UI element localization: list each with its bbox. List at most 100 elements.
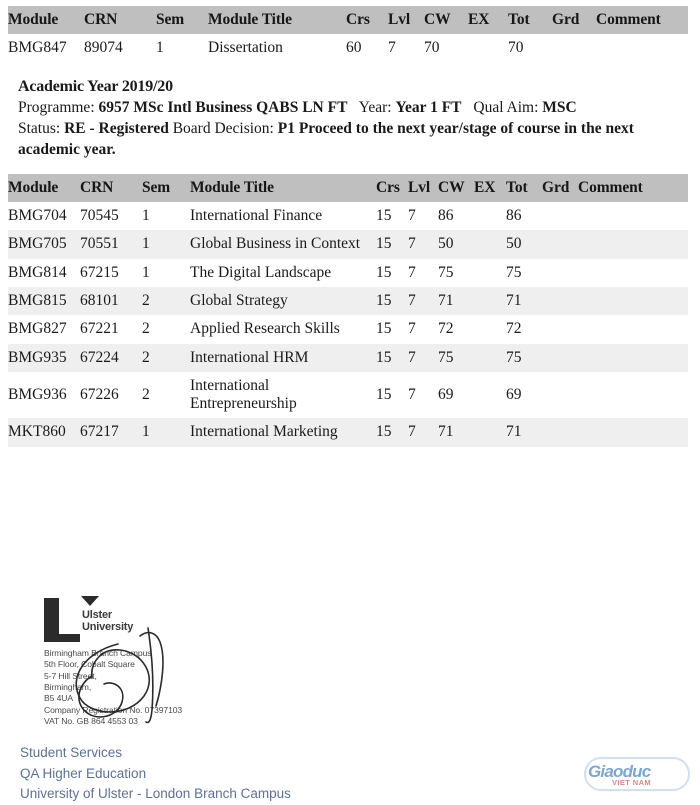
table-row: BMG814 67215 1 The Digital Landscape 15 … <box>8 258 688 287</box>
cell-module: BMG705 <box>8 230 80 259</box>
address-line: B5 4UA <box>44 693 74 704</box>
table-row: BMG704 70545 1 International Finance 15 … <box>8 202 688 231</box>
column-header-tot: Tot <box>508 6 552 34</box>
cell-lvl: 7 <box>408 418 438 447</box>
cell-lvl: 7 <box>388 34 424 63</box>
cell-tot: 75 <box>506 343 542 372</box>
cell-lvl: 7 <box>408 258 438 287</box>
cell-cw: 70 <box>424 34 468 63</box>
cell-ex <box>474 343 506 372</box>
cell-grd <box>542 418 578 447</box>
cell-module-title: Global Strategy <box>190 286 376 316</box>
footer-links: Student Services QA Higher Education Uni… <box>20 743 291 805</box>
cell-crs: 15 <box>376 343 408 372</box>
cell-module: BMG814 <box>8 258 80 287</box>
cell-module-title: Global Business in Context <box>190 230 376 259</box>
cell-lvl: 7 <box>408 230 438 259</box>
status-label: Status: <box>18 119 61 137</box>
cell-comment <box>578 315 688 344</box>
cell-cw: 75 <box>438 258 474 287</box>
cell-crn: 70551 <box>80 230 142 259</box>
column-header-comment: Comment <box>596 6 688 34</box>
table-header-row: Module CRN Sem Module Title Crs Lvl CW E… <box>8 6 688 34</box>
cell-crn: 67221 <box>80 315 142 344</box>
cell-comment <box>578 343 688 372</box>
cell-ex <box>468 34 508 63</box>
column-header-tot: Tot <box>506 174 542 203</box>
cell-crs: 15 <box>376 258 408 287</box>
cell-cw: 50 <box>438 230 474 259</box>
cell-ex <box>474 315 506 344</box>
cell-grd <box>542 230 578 259</box>
cell-cw: 86 <box>438 202 474 231</box>
cell-module-title: International HRM <box>190 343 376 372</box>
modules-table: Module CRN Sem Module Title Crs Lvl CW E… <box>8 174 688 447</box>
cell-ex <box>474 418 506 447</box>
cell-cw: 72 <box>438 315 474 344</box>
column-header-grd: Grd <box>552 6 596 34</box>
cell-cw: 69 <box>438 371 474 419</box>
table-row: MKT860 67217 1 International Marketing 1… <box>8 418 688 447</box>
column-header-sem: Sem <box>156 6 208 34</box>
address-line: 5-7 Hill Street, <box>44 670 97 681</box>
giaoduc-watermark: Giaoduc VIET NAM <box>584 753 690 798</box>
cell-sem: 1 <box>142 418 190 447</box>
table-header-row: Module CRN Sem Module Title Crs Lvl CW E… <box>8 174 688 203</box>
cell-grd <box>542 343 578 372</box>
cell-crn: 70545 <box>80 202 142 231</box>
cell-grd <box>542 371 578 419</box>
column-header-cw: CW <box>424 6 468 34</box>
cell-sem: 1 <box>156 34 208 63</box>
column-header-sem: Sem <box>142 174 190 203</box>
academic-year-heading: Academic Year 2019/20 <box>18 78 173 96</box>
programme-value: 6957 MSc Intl Business QABS LN FT <box>98 99 348 117</box>
table-row: BMG827 67221 2 Applied Research Skills 1… <box>8 315 688 344</box>
programme-line: Programme: 6957 MSc Intl Business QABS L… <box>18 98 682 119</box>
footer-link-student-services[interactable]: Student Services <box>20 743 291 764</box>
cell-sem: 1 <box>142 258 190 287</box>
cell-module: BMG827 <box>8 315 80 344</box>
footer-link-university-of-ulster[interactable]: University of Ulster - London Branch Cam… <box>20 784 291 805</box>
column-header-module: Module <box>8 174 80 203</box>
column-header-crn: CRN <box>84 6 156 34</box>
address-line: 5th Floor, Cobalt Square <box>44 659 135 670</box>
cell-crs: 15 <box>376 286 408 316</box>
year-value: Year 1 FT <box>395 99 462 117</box>
year-label: Year: <box>358 99 392 117</box>
ulster-university-logo: Ulster University <box>44 594 274 646</box>
table-row: BMG847 89074 1 Dissertation 60 7 70 70 <box>8 34 688 63</box>
cell-ex <box>474 258 506 287</box>
cell-crn: 67215 <box>80 258 142 287</box>
cell-module: BMG815 <box>8 286 80 316</box>
column-header-ex: EX <box>468 6 508 34</box>
column-header-module-title: Module Title <box>208 6 346 34</box>
cell-sem: 2 <box>142 315 190 344</box>
cell-sem: 2 <box>142 371 190 419</box>
qual-aim-value: MSC <box>542 99 577 117</box>
cell-module-title: International Marketing <box>190 418 376 447</box>
cell-lvl: 7 <box>408 202 438 231</box>
cell-cw: 71 <box>438 418 474 447</box>
cell-lvl: 7 <box>408 315 438 344</box>
cell-comment <box>578 230 688 259</box>
status-line: Status: RE - Registered Board Decision: … <box>18 119 682 160</box>
cell-crs: 15 <box>376 202 408 231</box>
cell-crn: 67224 <box>80 343 142 372</box>
cell-module-title: Applied Research Skills <box>190 315 376 344</box>
column-header-lvl: Lvl <box>408 174 438 203</box>
cell-tot: 72 <box>506 315 542 344</box>
column-header-crs: Crs <box>376 174 408 203</box>
column-header-crs: Crs <box>346 6 388 34</box>
column-header-cw: CW <box>438 174 474 203</box>
watermark-subtitle: VIET NAM <box>612 778 652 787</box>
cell-comment <box>578 202 688 231</box>
cell-tot: 75 <box>506 258 542 287</box>
academic-year-block: Academic Year 2019/20 Programme: 6957 MS… <box>18 78 682 160</box>
cell-sem: 2 <box>142 286 190 316</box>
column-header-module: Module <box>8 6 84 34</box>
cell-ex <box>474 286 506 316</box>
cell-crs: 15 <box>376 230 408 259</box>
footer-link-qa-higher-education[interactable]: QA Higher Education <box>20 764 291 785</box>
cell-crn: 68101 <box>80 286 142 316</box>
cell-cw: 75 <box>438 343 474 372</box>
